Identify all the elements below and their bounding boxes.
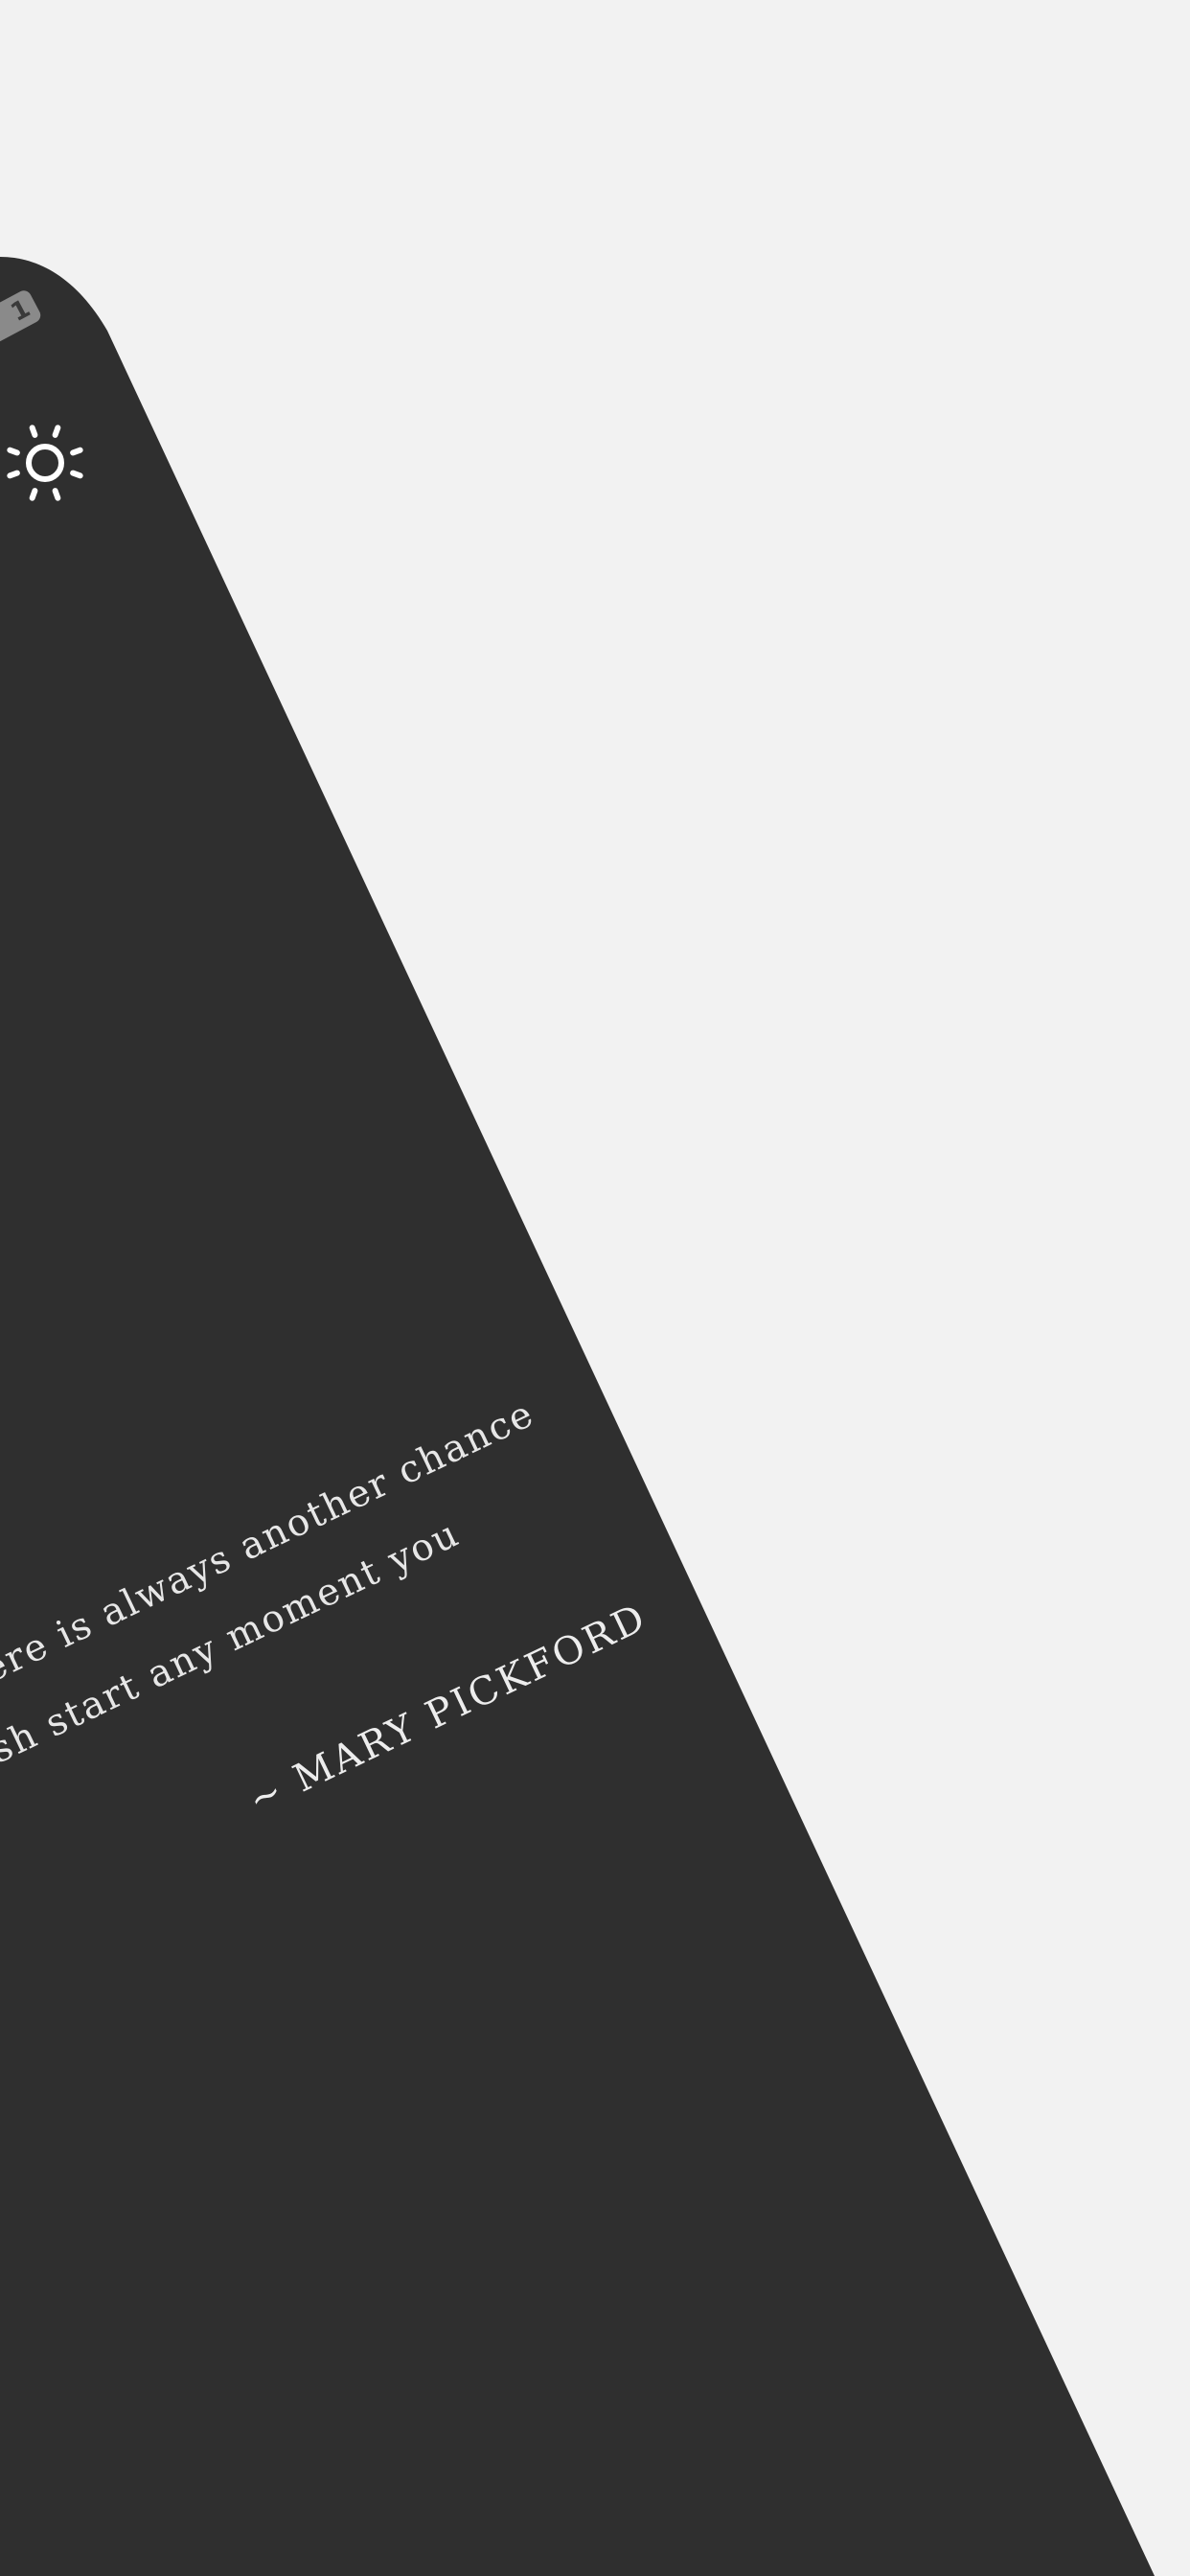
quote-card[interactable] — [0, 0, 1190, 2576]
sun-icon[interactable] — [2, 420, 88, 506]
quote-card-background — [0, 257, 1155, 2576]
screen: 1 here is always another chance esh star… — [0, 0, 1190, 2576]
count-badge-label: 1 — [6, 293, 35, 328]
